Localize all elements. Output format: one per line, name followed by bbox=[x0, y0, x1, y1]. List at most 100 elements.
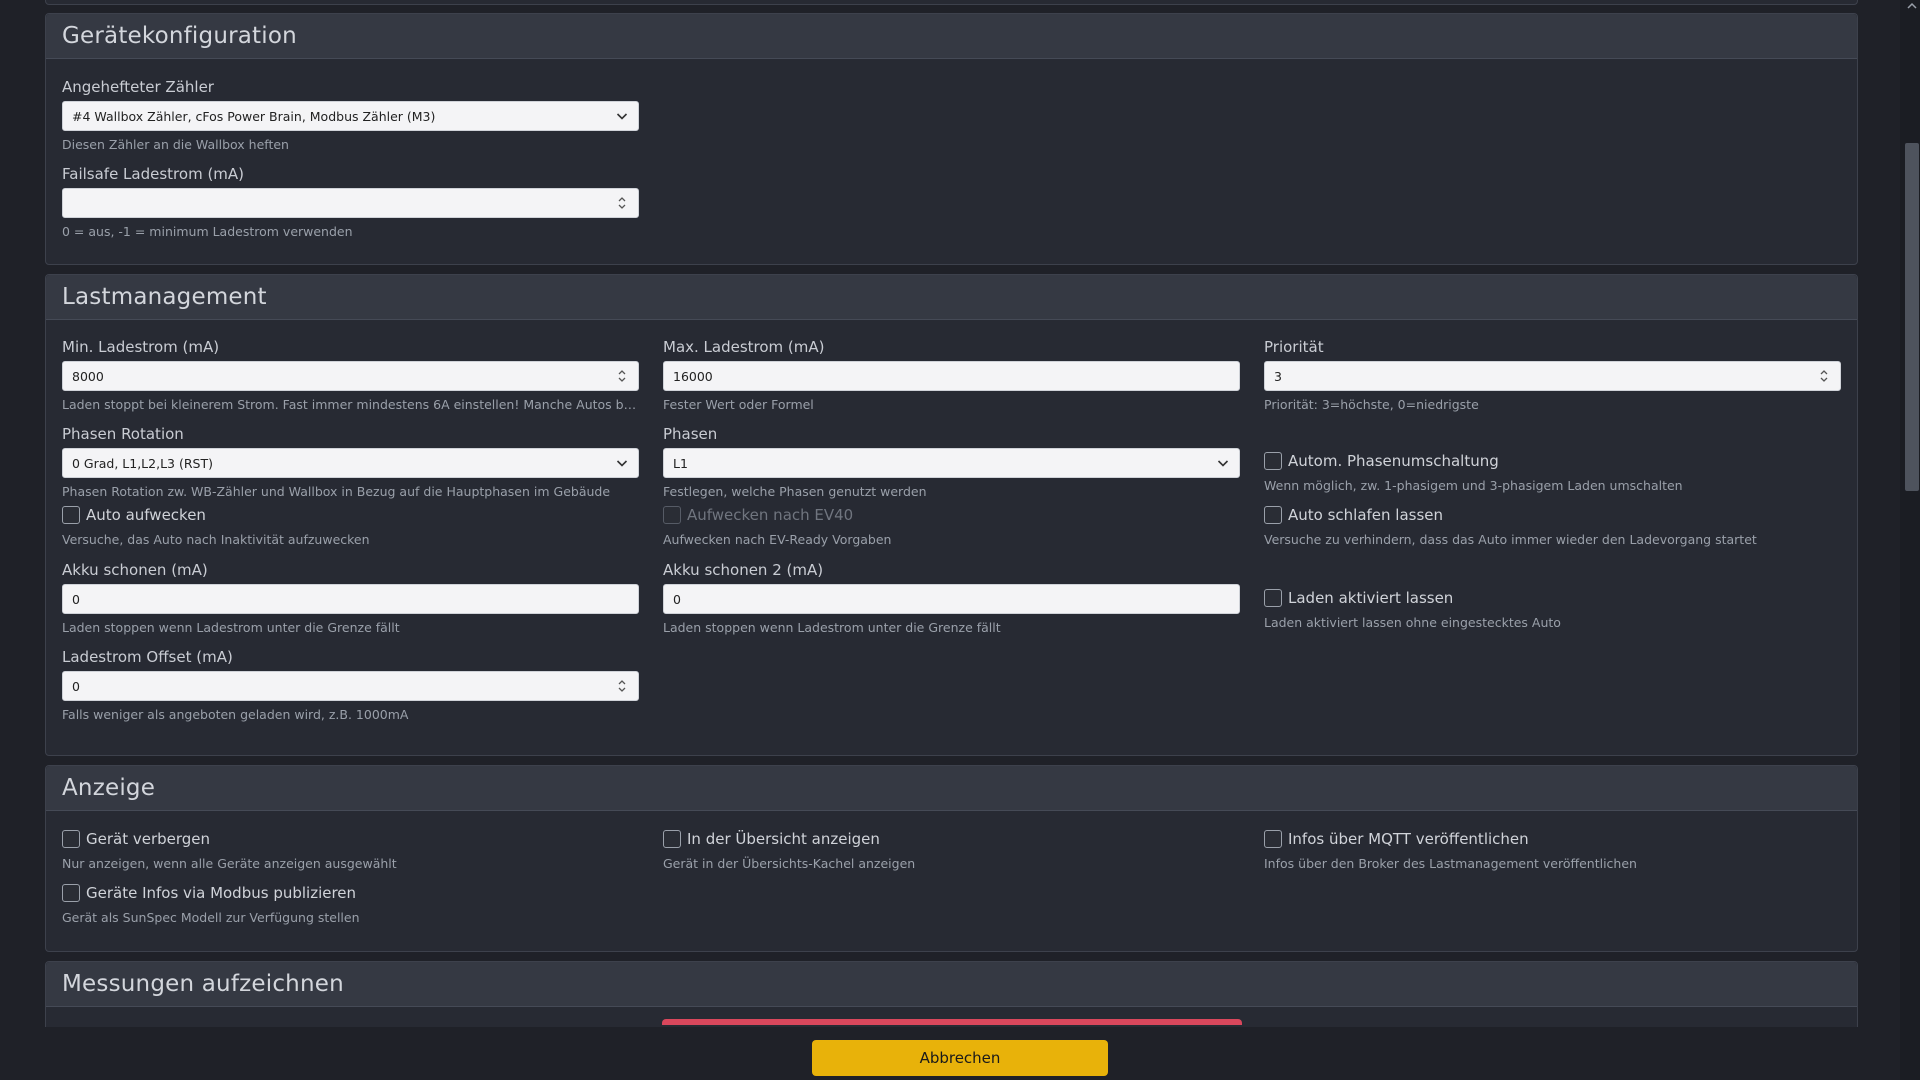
field-label: Angehefteter Zähler bbox=[62, 78, 214, 96]
field-label: Akku schonen 2 (mA) bbox=[663, 561, 824, 579]
field-help: Aufwecken nach EV-Ready Vorgaben bbox=[663, 532, 892, 547]
section-title: Gerätekonfiguration bbox=[46, 14, 1857, 59]
field-help: Gerät in der Übersichts-Kachel anzeigen bbox=[663, 856, 916, 871]
input-value: 3 bbox=[1274, 368, 1282, 384]
section-title: Lastmanagement bbox=[46, 275, 1857, 320]
danger-button-edge[interactable] bbox=[662, 1019, 1242, 1025]
auto-phase-switch-checkbox[interactable]: Autom. Phasenumschaltung bbox=[1264, 450, 1841, 472]
section-anzeige: Anzeige Gerät verbergen Nur anzeigen, we… bbox=[45, 765, 1858, 952]
checkbox-label: Autom. Phasenumschaltung bbox=[1288, 452, 1499, 470]
field-mqtt: Infos über MQTT veröffentlichen Infos üb… bbox=[1264, 828, 1841, 871]
field-help: Wenn möglich, zw. 1-phasigem und 3-phasi… bbox=[1264, 478, 1683, 493]
field-label: Priorität bbox=[1264, 338, 1324, 356]
modbus-checkbox[interactable]: Geräte Infos via Modbus publizieren bbox=[62, 882, 639, 904]
field-max-current: Max. Ladestrom (mA) 16000 Fester Wert od… bbox=[663, 337, 1240, 412]
input-value: 0 bbox=[72, 591, 80, 607]
field-wake-ev40: Aufwecken nach EV40 Aufwecken nach EV-Re… bbox=[663, 504, 1240, 547]
field-help: Laden aktiviert lassen ohne eingesteckte… bbox=[1264, 615, 1561, 630]
checkbox-box[interactable] bbox=[1264, 452, 1282, 470]
checkbox-box[interactable] bbox=[1264, 506, 1282, 524]
section-geraetekonfiguration: Gerätekonfiguration Angehefteter Zähler … bbox=[45, 13, 1858, 265]
checkbox-box[interactable] bbox=[1264, 589, 1282, 607]
show-overview-checkbox[interactable]: In der Übersicht anzeigen bbox=[663, 828, 1240, 850]
failsafe-current-input[interactable] bbox=[62, 188, 639, 218]
field-help: Versuche, das Auto nach Inaktivität aufz… bbox=[62, 532, 370, 547]
field-label: Phasen Rotation bbox=[62, 425, 184, 443]
checkbox-box[interactable] bbox=[62, 884, 80, 902]
field-auto-phase-switch: Autom. Phasenumschaltung Wenn möglich, z… bbox=[1264, 450, 1841, 493]
field-help: Falls weniger als angeboten geladen wird… bbox=[62, 707, 409, 722]
field-help: Laden stoppen wenn Ladestrom unter die G… bbox=[663, 620, 1001, 635]
field-keep-enabled: Laden aktiviert lassen Laden aktiviert l… bbox=[1264, 587, 1841, 630]
wake-up-checkbox[interactable]: Auto aufwecken bbox=[62, 504, 639, 526]
field-help: Fester Wert oder Formel bbox=[663, 397, 814, 412]
field-help: Laden stoppen wenn Ladestrom unter die G… bbox=[62, 620, 400, 635]
checkbox-box bbox=[663, 506, 681, 524]
field-wake-up: Auto aufwecken Versuche, das Auto nach I… bbox=[62, 504, 639, 547]
spinner-icon[interactable] bbox=[617, 368, 627, 384]
checkbox-box[interactable] bbox=[62, 830, 80, 848]
priority-input[interactable]: 3 bbox=[1264, 361, 1841, 391]
field-current-offset: Ladestrom Offset (mA) 0 Falls weniger al… bbox=[62, 647, 639, 722]
input-value: 16000 bbox=[673, 368, 713, 384]
checkbox-box[interactable] bbox=[62, 506, 80, 524]
field-help: Phasen Rotation zw. WB-Zähler und Wallbo… bbox=[62, 484, 611, 499]
current-offset-input[interactable]: 0 bbox=[62, 671, 639, 701]
input-value: 8000 bbox=[72, 368, 104, 384]
field-label: Min. Ladestrom (mA) bbox=[62, 338, 220, 356]
scrollbar-thumb[interactable] bbox=[1905, 143, 1919, 491]
spinner-icon[interactable] bbox=[1819, 368, 1829, 384]
field-help: Laden stoppt bei kleinerem Strom. Fast i… bbox=[62, 397, 639, 412]
checkbox-box[interactable] bbox=[1264, 830, 1282, 848]
select-value: L1 bbox=[673, 455, 688, 471]
mqtt-checkbox[interactable]: Infos über MQTT veröffentlichen bbox=[1264, 828, 1841, 850]
field-help: 0 = aus, -1 = minimum Ladestrom verwende… bbox=[62, 224, 353, 239]
field-phases: Phasen L1 Festlegen, welche Phasen genut… bbox=[663, 424, 1240, 499]
field-help: Gerät als SunSpec Modell zur Verfügung s… bbox=[62, 910, 360, 925]
checkbox-box[interactable] bbox=[663, 830, 681, 848]
field-attached-meter: Angehefteter Zähler #4 Wallbox Zähler, c… bbox=[62, 77, 639, 152]
field-modbus: Geräte Infos via Modbus publizieren Gerä… bbox=[62, 882, 639, 925]
section-title: Messungen aufzeichnen bbox=[46, 962, 1857, 1007]
previous-section-edge bbox=[45, 0, 1858, 5]
field-show-overview: In der Übersicht anzeigen Gerät in der Ü… bbox=[663, 828, 1240, 871]
wake-ev40-checkbox: Aufwecken nach EV40 bbox=[663, 504, 1240, 526]
checkbox-label: Auto aufwecken bbox=[86, 506, 206, 524]
checkbox-label: In der Übersicht anzeigen bbox=[687, 830, 880, 848]
section-lastmanagement: Lastmanagement Min. Ladestrom (mA) 8000 … bbox=[45, 274, 1858, 756]
select-value: #4 Wallbox Zähler, cFos Power Brain, Mod… bbox=[72, 108, 436, 124]
let-sleep-checkbox[interactable]: Auto schlafen lassen bbox=[1264, 504, 1841, 526]
chevron-down-icon bbox=[1217, 460, 1229, 467]
checkbox-label: Geräte Infos via Modbus publizieren bbox=[86, 884, 357, 902]
phase-rotation-select[interactable]: 0 Grad, L1,L2,L3 (RST) bbox=[62, 448, 639, 478]
battery-save-2-input[interactable]: 0 bbox=[663, 584, 1240, 614]
spinner-icon[interactable] bbox=[617, 195, 627, 211]
battery-save-input[interactable]: 0 bbox=[62, 584, 639, 614]
spinner-icon[interactable] bbox=[617, 678, 627, 694]
section-title: Anzeige bbox=[46, 766, 1857, 811]
field-phase-rotation: Phasen Rotation 0 Grad, L1,L2,L3 (RST) P… bbox=[62, 424, 639, 499]
field-help: Diesen Zähler an die Wallbox heften bbox=[62, 137, 289, 152]
checkbox-label: Laden aktiviert lassen bbox=[1288, 589, 1454, 607]
field-label: Failsafe Ladestrom (mA) bbox=[62, 165, 245, 183]
section-messungen: Messungen aufzeichnen bbox=[45, 961, 1858, 1027]
attached-meter-select[interactable]: #4 Wallbox Zähler, cFos Power Brain, Mod… bbox=[62, 101, 639, 131]
cancel-button[interactable]: Abbrechen bbox=[812, 1040, 1108, 1076]
scroll-up-arrow-icon[interactable] bbox=[1906, 2, 1918, 10]
input-value: 0 bbox=[72, 678, 80, 694]
phases-select[interactable]: L1 bbox=[663, 448, 1240, 478]
hide-device-checkbox[interactable]: Gerät verbergen bbox=[62, 828, 639, 850]
chevron-down-icon bbox=[616, 113, 628, 120]
field-label: Akku schonen (mA) bbox=[62, 561, 208, 579]
max-current-input[interactable]: 16000 bbox=[663, 361, 1240, 391]
min-current-input[interactable]: 8000 bbox=[62, 361, 639, 391]
field-help: Nur anzeigen, wenn alle Geräte anzeigen … bbox=[62, 856, 397, 871]
field-hide-device: Gerät verbergen Nur anzeigen, wenn alle … bbox=[62, 828, 639, 871]
keep-enabled-checkbox[interactable]: Laden aktiviert lassen bbox=[1264, 587, 1841, 609]
field-help: Versuche zu verhindern, dass das Auto im… bbox=[1264, 532, 1757, 547]
checkbox-label: Gerät verbergen bbox=[86, 830, 211, 848]
field-label: Ladestrom Offset (mA) bbox=[62, 648, 233, 666]
checkbox-label: Auto schlafen lassen bbox=[1288, 506, 1444, 524]
chevron-down-icon bbox=[616, 460, 628, 467]
scroll-area[interactable]: Gerätekonfiguration Angehefteter Zähler … bbox=[0, 0, 1900, 1027]
